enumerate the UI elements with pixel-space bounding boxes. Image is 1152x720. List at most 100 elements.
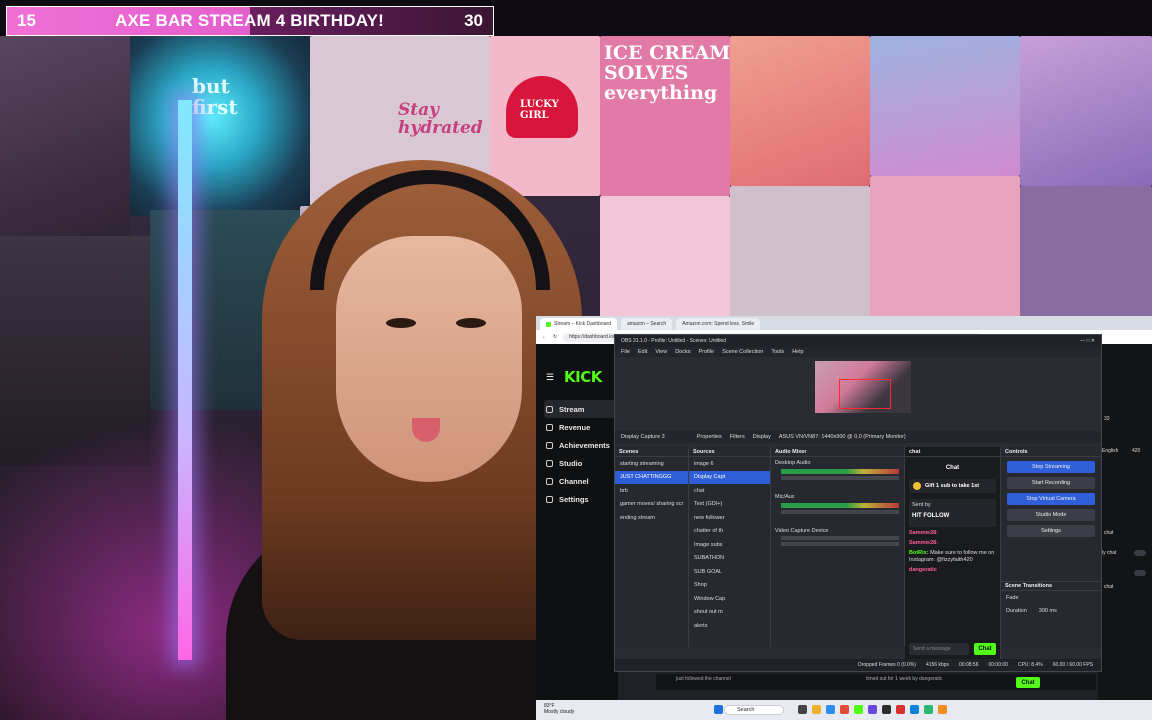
source-item-selected[interactable]: Display Capt — [689, 470, 770, 484]
menu-file[interactable]: File — [621, 349, 630, 355]
source-item[interactable]: chat — [689, 484, 770, 498]
kick-logo[interactable]: KICK — [564, 368, 602, 386]
menu-docks[interactable]: Docks — [675, 349, 690, 355]
start-recording-button[interactable]: Start Recording — [1007, 477, 1095, 489]
poster — [1020, 186, 1152, 326]
nav-item-settings[interactable]: Settings — [544, 490, 616, 508]
reload-icon[interactable]: ↻ — [553, 334, 557, 340]
tab-label: Stream – Kick Dashboard — [554, 321, 611, 327]
windows-taskbar: 83°F Mostly cloudy Search — [536, 700, 1152, 720]
source-item[interactable]: shout out m — [689, 606, 770, 620]
start-icon[interactable] — [714, 705, 723, 714]
source-item[interactable]: alerts — [689, 619, 770, 633]
task-view-icon[interactable] — [798, 705, 807, 714]
app-icon[interactable] — [896, 705, 905, 714]
studio-mode-button[interactable]: Studio Mode — [1007, 509, 1095, 521]
sources-dock: Sources image 6 Display Capt chat Text (… — [689, 447, 771, 647]
toggle[interactable] — [1134, 550, 1146, 556]
chat-username[interactable]: dangeratic — [909, 567, 937, 573]
obs-icon[interactable] — [882, 705, 891, 714]
nav-item-achievements[interactable]: Achievements — [544, 436, 616, 454]
file-explorer-icon[interactable] — [812, 705, 821, 714]
kick-right-panel: 33 English 420 chat ly chat chat — [1098, 344, 1152, 704]
gift-banner[interactable]: Gift 1 sub to take 1st — [909, 479, 996, 493]
app-icon[interactable] — [938, 705, 947, 714]
chat-title: Chat — [945, 465, 960, 471]
chat-username[interactable]: Sammie28: — [909, 530, 938, 536]
window-controls[interactable]: — □ ✕ — [1080, 338, 1095, 344]
menu-scene-collection[interactable]: Scene Collection — [722, 349, 763, 355]
nav-label: Stream — [559, 404, 585, 414]
menu-view[interactable]: View — [655, 349, 667, 355]
revenue-icon — [546, 423, 553, 431]
taskbar-search[interactable]: Search — [724, 705, 784, 715]
nav-label: Settings — [559, 494, 589, 504]
source-item[interactable]: Window Cap — [689, 592, 770, 606]
toggle[interactable] — [1134, 570, 1146, 576]
volume-meter — [781, 503, 899, 508]
menu-edit[interactable]: Edit — [638, 349, 647, 355]
source-item[interactable]: SUBATHON — [689, 552, 770, 566]
nav-item-stream[interactable]: Stream — [544, 400, 616, 418]
browser-tab[interactable]: amazon – Search — [620, 318, 673, 330]
chat-username[interactable]: BotRix: — [909, 550, 929, 556]
chat-username[interactable]: Sammie28: — [909, 540, 938, 546]
discord-icon[interactable] — [868, 705, 877, 714]
neon-sign-poster: but first — [130, 36, 310, 216]
nav-label: Channel — [559, 476, 589, 486]
scene-item[interactable]: brb — [615, 484, 688, 498]
setting-label: chat — [1104, 584, 1114, 590]
cpu-usage: CPU: 8.4% — [1017, 662, 1043, 668]
source-item[interactable]: SUB GOAL — [689, 565, 770, 579]
stop-virtual-camera-button[interactable]: Stop Virtual Camera — [1007, 493, 1095, 505]
menu-profile[interactable]: Profile — [698, 349, 714, 355]
menu-tools[interactable]: Tools — [771, 349, 784, 355]
poster — [730, 186, 870, 326]
poster — [0, 36, 130, 236]
scene-item[interactable]: ending stream — [615, 511, 688, 525]
browser-tab[interactable]: Stream – Kick Dashboard — [540, 318, 617, 330]
volume-slider[interactable] — [781, 542, 899, 546]
back-icon[interactable]: ← — [542, 334, 547, 340]
scene-item[interactable]: starting streaming — [615, 457, 688, 471]
properties-button[interactable]: Properties — [697, 434, 722, 440]
source-item[interactable]: Text (GDI+) — [689, 498, 770, 512]
transition-select[interactable]: Fade — [1001, 591, 1101, 605]
kick-dashboard-sidebar: ☰ KICK Stream Revenue Achievements Studi… — [536, 344, 618, 704]
language-select[interactable]: English — [1102, 448, 1118, 454]
display-select[interactable]: ASUS VN/VN87: 1440x900 @ 0,0 (Primary Mo… — [779, 434, 906, 440]
settings-button[interactable]: Settings — [1007, 525, 1095, 537]
stop-streaming-button[interactable]: Stop Streaming — [1007, 461, 1095, 473]
chrome-icon[interactable] — [840, 705, 849, 714]
source-item[interactable]: Image subs — [689, 538, 770, 552]
chat-event: just followed the channel — [676, 676, 731, 682]
chat-input[interactable]: Send a message — [909, 643, 969, 655]
source-item[interactable]: new follower — [689, 511, 770, 525]
search-placeholder: Search — [737, 707, 755, 713]
source-selection-box[interactable] — [839, 379, 891, 409]
nav-item-channel[interactable]: Channel — [544, 472, 616, 490]
browser-tab[interactable]: Amazon.com: Spend less. Smile — [676, 318, 761, 330]
nav-item-revenue[interactable]: Revenue — [544, 418, 616, 436]
filters-button[interactable]: Filters — [730, 434, 745, 440]
nav-item-studio[interactable]: Studio — [544, 454, 616, 472]
audio-channel-label: Video Capture Device — [775, 528, 829, 534]
kick-app-icon[interactable] — [854, 705, 863, 714]
menu-help[interactable]: Help — [792, 349, 803, 355]
duration-input[interactable]: 300 ms — [1039, 608, 1057, 614]
source-item[interactable]: chatter of th — [689, 525, 770, 539]
kick-chat-send-button[interactable]: Chat — [1016, 677, 1040, 688]
scene-item[interactable]: gamer moves/ sharing scr — [615, 498, 688, 512]
chat-send-button[interactable]: Chat — [974, 643, 996, 655]
app-icon[interactable] — [924, 705, 933, 714]
source-item[interactable]: image 6 — [689, 457, 770, 471]
setting-label: ly chat — [1102, 550, 1117, 556]
scene-item-selected[interactable]: JUST CHATTINGGG — [615, 470, 688, 484]
weather-widget[interactable]: 83°F Mostly cloudy — [544, 703, 574, 715]
obs-preview[interactable] — [815, 361, 911, 413]
chat-input-placeholder: Send a message — [913, 646, 951, 652]
edge-icon[interactable] — [826, 705, 835, 714]
app-icon[interactable] — [910, 705, 919, 714]
menu-icon[interactable]: ☰ — [546, 372, 554, 383]
source-item[interactable]: Shop — [689, 579, 770, 593]
